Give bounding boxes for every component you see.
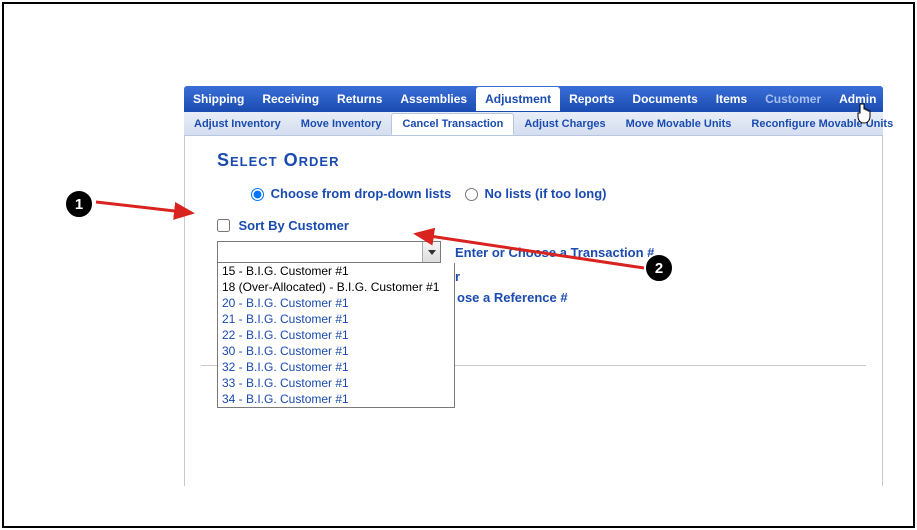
reference-label: ose a Reference # [457,290,568,305]
annotation-arrow-2 [408,228,648,276]
radio-no-lists[interactable] [465,188,478,201]
dropdown-item[interactable]: 34 - B.I.G. Customer #1 [218,391,454,407]
nav-reports[interactable]: Reports [560,87,623,111]
subnav-cancel-transaction[interactable]: Cancel Transaction [391,113,514,135]
radio-label-dropdown[interactable]: Choose from drop-down lists [251,186,455,201]
main-nav: Shipping Receiving Returns Assemblies Ad… [184,86,883,112]
page-title: Select Order [217,150,866,171]
cursor-pointer-icon [854,103,872,125]
nav-adjustment[interactable]: Adjustment [476,87,560,111]
radio-dropdown-text: Choose from drop-down lists [271,186,452,201]
dropdown-item[interactable]: 22 - B.I.G. Customer #1 [218,327,454,343]
dropdown-item[interactable]: 33 - B.I.G. Customer #1 [218,375,454,391]
radio-nolists-text: No lists (if too long) [484,186,606,201]
list-mode-radio-group: Choose from drop-down lists No lists (if… [251,185,866,203]
dropdown-item[interactable]: 32 - B.I.G. Customer #1 [218,359,454,375]
app-frame: Shipping Receiving Returns Assemblies Ad… [2,2,915,528]
nav-customer[interactable]: Customer [756,87,830,111]
nav-documents[interactable]: Documents [623,87,706,111]
radio-dropdown-lists[interactable] [251,188,264,201]
subnav-move-inventory[interactable]: Move Inventory [291,114,392,134]
subnav-reconfigure-movable-units[interactable]: Reconfigure Movable Units [741,114,903,134]
annotation-marker-1: 1 [64,189,94,219]
subnav-adjust-inventory[interactable]: Adjust Inventory [184,114,291,134]
annotation-arrow-1 [94,190,204,226]
nav-assemblies[interactable]: Assemblies [391,87,476,111]
sort-by-customer-label: Sort By Customer [238,218,349,233]
nav-returns[interactable]: Returns [328,87,391,111]
sort-by-customer-checkbox[interactable] [217,219,230,232]
subnav-adjust-charges[interactable]: Adjust Charges [514,114,615,134]
subnav-move-movable-units[interactable]: Move Movable Units [616,114,742,134]
dropdown-item[interactable]: 21 - B.I.G. Customer #1 [218,311,454,327]
nav-receiving[interactable]: Receiving [253,87,328,111]
transaction-dropdown-list[interactable]: 15 - B.I.G. Customer #1 18 (Over-Allocat… [217,263,455,408]
reference-row: ose a Reference # [457,290,866,305]
radio-label-nolists[interactable]: No lists (if too long) [465,186,607,201]
nav-shipping[interactable]: Shipping [184,87,253,111]
content-area: Shipping Receiving Returns Assemblies Ad… [184,86,883,486]
nav-items[interactable]: Items [707,87,756,111]
dropdown-item[interactable]: 20 - B.I.G. Customer #1 [218,295,454,311]
dropdown-item[interactable]: 30 - B.I.G. Customer #1 [218,343,454,359]
annotation-marker-2: 2 [644,253,674,283]
dropdown-item[interactable]: 18 (Over-Allocated) - B.I.G. Customer #1 [218,279,454,295]
page-body: Select Order Choose from drop-down lists… [184,136,883,486]
sub-nav: Adjust Inventory Move Inventory Cancel T… [184,112,883,136]
